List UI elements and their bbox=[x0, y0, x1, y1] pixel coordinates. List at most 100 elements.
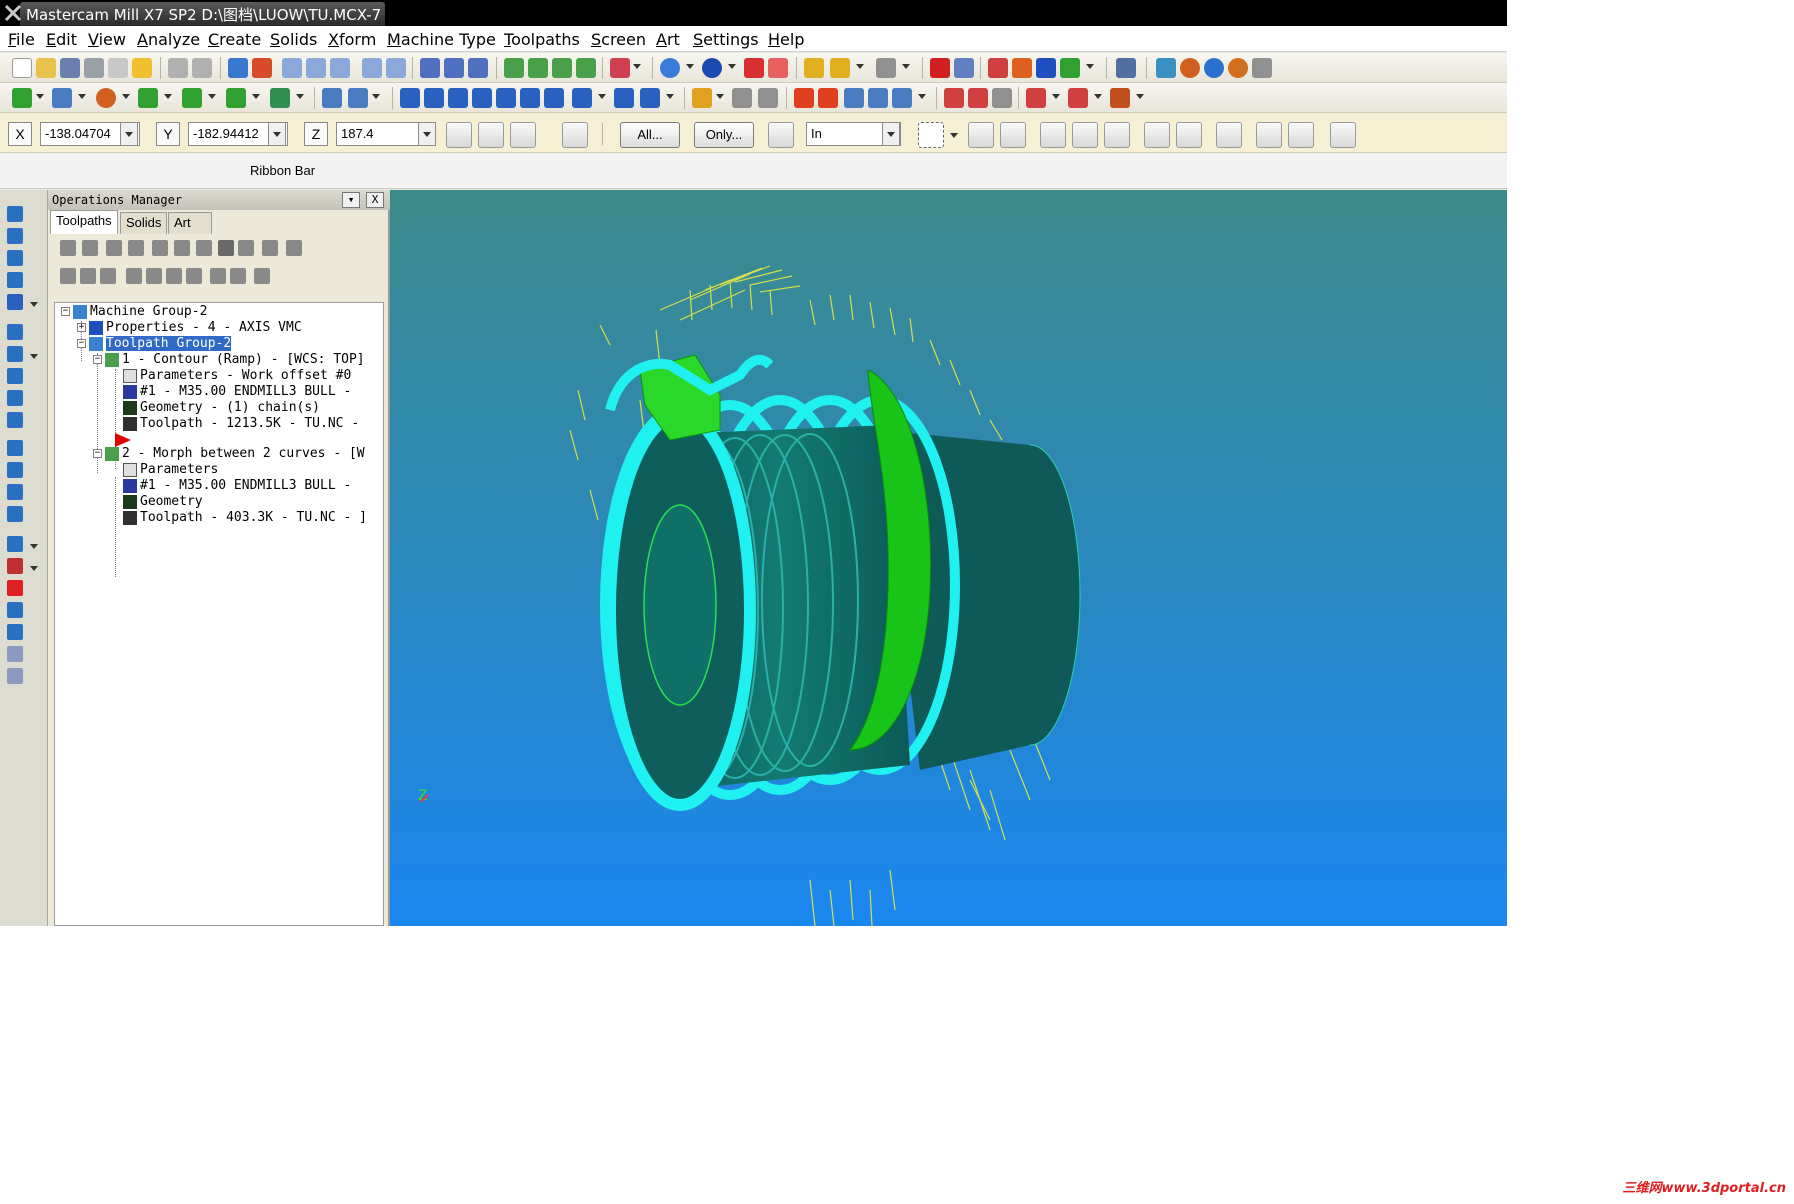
zoom-in-icon[interactable] bbox=[330, 58, 350, 78]
render-2-icon[interactable] bbox=[1204, 58, 1224, 78]
backplot-icon[interactable] bbox=[954, 58, 974, 78]
chevron-down-icon[interactable] bbox=[372, 94, 380, 99]
dimension-icon[interactable] bbox=[692, 88, 712, 108]
select-body-icon[interactable] bbox=[1104, 122, 1130, 148]
x-dropdown-icon[interactable] bbox=[120, 122, 138, 146]
xform-rotate-icon[interactable] bbox=[448, 88, 468, 108]
toolpath-check-icon[interactable] bbox=[7, 484, 23, 500]
toolpath-copy-icon[interactable] bbox=[7, 624, 23, 640]
toolpath-transform-icon[interactable] bbox=[7, 390, 23, 406]
shaded-icon[interactable] bbox=[702, 58, 722, 78]
chevron-down-icon[interactable] bbox=[252, 94, 260, 99]
print-preview-icon[interactable] bbox=[108, 58, 128, 78]
menu-solids[interactable]: Solids bbox=[270, 30, 317, 49]
expand-toggle[interactable]: − bbox=[61, 307, 70, 316]
z-dropdown-icon[interactable] bbox=[418, 122, 436, 146]
chevron-down-icon[interactable] bbox=[30, 354, 38, 359]
toggle-display-icon[interactable] bbox=[80, 268, 96, 284]
fast-point-icon[interactable] bbox=[446, 122, 472, 148]
toolpath-wireframe-icon[interactable] bbox=[7, 368, 23, 384]
menu-settings[interactable]: Settings bbox=[693, 30, 759, 49]
save-icon[interactable] bbox=[60, 58, 80, 78]
ops-help-icon[interactable] bbox=[286, 240, 302, 256]
expand-toggle[interactable]: − bbox=[93, 449, 102, 458]
chevron-down-icon[interactable] bbox=[122, 94, 130, 99]
chevron-down-icon[interactable] bbox=[728, 64, 736, 69]
tree-op-2-toolpath[interactable]: Toolpath - 403.3K - TU.NC - ] bbox=[123, 509, 367, 527]
fit-icon[interactable] bbox=[252, 58, 272, 78]
chevron-down-icon[interactable] bbox=[716, 94, 724, 99]
line-icon[interactable] bbox=[52, 88, 72, 108]
view-front-icon[interactable] bbox=[528, 58, 548, 78]
zoom-target-icon[interactable] bbox=[306, 58, 326, 78]
viewport-canvas[interactable]: Z bbox=[390, 190, 1507, 926]
render-3-icon[interactable] bbox=[1228, 58, 1248, 78]
select-edge-icon[interactable] bbox=[1072, 122, 1098, 148]
move-down-icon[interactable] bbox=[126, 268, 142, 284]
spline-icon[interactable] bbox=[226, 88, 246, 108]
solid-select-icon[interactable] bbox=[1000, 122, 1026, 148]
verify-icon[interactable] bbox=[988, 58, 1008, 78]
view-side-icon[interactable] bbox=[552, 58, 572, 78]
expand-toggle[interactable]: − bbox=[93, 355, 102, 364]
render-1-icon[interactable] bbox=[1180, 58, 1200, 78]
xform-translate-icon[interactable] bbox=[400, 88, 420, 108]
g1-post-icon[interactable] bbox=[218, 240, 234, 256]
regen-selected-icon[interactable] bbox=[106, 240, 122, 256]
chevron-down-icon[interactable] bbox=[633, 64, 641, 69]
simulate-icon[interactable] bbox=[1012, 58, 1032, 78]
backplot-op-icon[interactable] bbox=[152, 240, 168, 256]
delete-ops-icon[interactable] bbox=[262, 240, 278, 256]
toolpath-group-icon[interactable] bbox=[7, 536, 23, 552]
ops-options-icon[interactable] bbox=[254, 268, 270, 284]
menu-view[interactable]: View bbox=[88, 30, 126, 49]
y-coordinate-button[interactable]: Y bbox=[156, 122, 180, 146]
view-dropdown-icon[interactable] bbox=[610, 58, 630, 78]
surface-icon[interactable] bbox=[270, 88, 290, 108]
solid-revolve-icon[interactable] bbox=[968, 88, 988, 108]
chevron-down-icon[interactable] bbox=[78, 94, 86, 99]
redo-icon[interactable] bbox=[192, 58, 212, 78]
view-top-icon[interactable] bbox=[504, 58, 524, 78]
verify-selection-icon[interactable] bbox=[1176, 122, 1202, 148]
tab-solids[interactable]: Solids bbox=[120, 212, 168, 234]
toolpath-nc-icon[interactable] bbox=[7, 506, 23, 522]
highfeed-icon[interactable] bbox=[238, 240, 254, 256]
chamfer-icon[interactable] bbox=[844, 88, 864, 108]
circle-icon[interactable] bbox=[96, 88, 116, 108]
toolpath-surface-icon[interactable] bbox=[7, 294, 23, 310]
chevron-down-icon[interactable] bbox=[30, 302, 38, 307]
simulate-op-icon[interactable] bbox=[196, 240, 212, 256]
z-coordinate-button[interactable]: Z bbox=[304, 122, 328, 146]
pan-icon[interactable] bbox=[228, 58, 248, 78]
unzoom-icon[interactable] bbox=[362, 58, 382, 78]
gview-icon[interactable] bbox=[420, 58, 440, 78]
screen-clear-icon[interactable] bbox=[876, 58, 896, 78]
stop-icon[interactable] bbox=[7, 580, 23, 596]
chevron-down-icon[interactable] bbox=[30, 566, 38, 571]
move-up-icon[interactable] bbox=[146, 268, 162, 284]
cplane-icon[interactable] bbox=[444, 58, 464, 78]
menu-help[interactable]: Help bbox=[768, 30, 804, 49]
select-all-button[interactable]: All... bbox=[620, 122, 680, 148]
translucent-icon[interactable] bbox=[768, 58, 788, 78]
xform-array-icon[interactable] bbox=[520, 88, 540, 108]
view-iso-icon[interactable] bbox=[576, 58, 596, 78]
toolpath-lathe-icon[interactable] bbox=[7, 558, 23, 574]
toolpath-only-icon[interactable] bbox=[210, 268, 226, 284]
menu-toolpaths[interactable]: Toolpaths bbox=[504, 30, 580, 49]
xform-offset-icon[interactable] bbox=[496, 88, 516, 108]
solid-extrude-icon[interactable] bbox=[944, 88, 964, 108]
tplane-icon[interactable] bbox=[468, 58, 488, 78]
regen-icon[interactable] bbox=[1060, 58, 1080, 78]
solid-trim-icon[interactable] bbox=[1110, 88, 1130, 108]
toolpath-3d-icon[interactable] bbox=[7, 324, 23, 340]
zoom-window-icon[interactable] bbox=[282, 58, 302, 78]
xform-drag-icon[interactable] bbox=[572, 88, 592, 108]
rectangle-icon[interactable] bbox=[182, 88, 202, 108]
tree-op-1-toolpath[interactable]: Toolpath - 1213.5K - TU.NC - bbox=[123, 415, 359, 433]
table-icon[interactable] bbox=[818, 88, 838, 108]
graphics-viewport[interactable]: Z bbox=[390, 190, 1507, 926]
chevron-down-icon[interactable] bbox=[164, 94, 172, 99]
analyze-icon[interactable] bbox=[804, 58, 824, 78]
